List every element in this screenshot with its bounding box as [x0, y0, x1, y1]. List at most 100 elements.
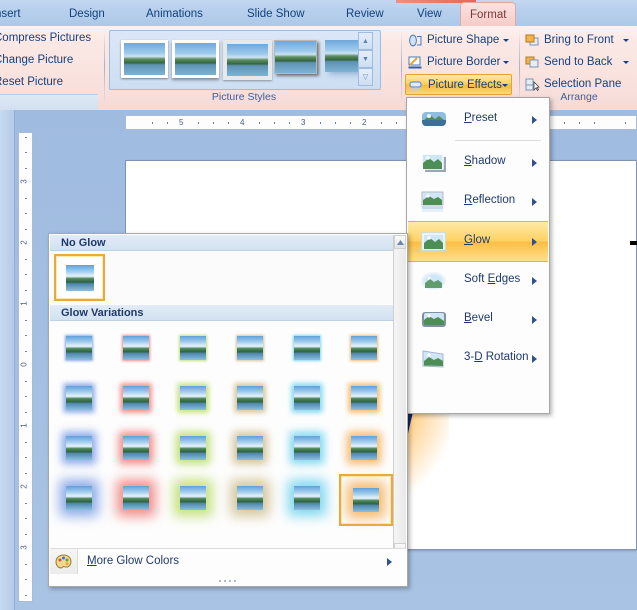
ruler-tick — [274, 121, 275, 124]
picture-style-thumb[interactable] — [223, 40, 272, 80]
glow-variation-tan-3[interactable] — [225, 424, 275, 472]
tab-design[interactable]: Design — [60, 3, 114, 25]
picture-shape-icon — [408, 34, 422, 47]
glow-variation-red-4[interactable] — [111, 474, 161, 522]
bevel-effect-icon — [420, 309, 448, 331]
ruler-tick — [152, 121, 153, 124]
picture-style-thumb[interactable] — [172, 40, 219, 78]
tab-view[interactable]: View — [408, 3, 451, 25]
glow-variation-red-3[interactable] — [111, 424, 161, 472]
ruler-tick — [396, 121, 397, 124]
glow-variation-blue-4[interactable] — [54, 474, 104, 522]
tab-insert[interactable]: nsert — [0, 3, 30, 25]
glow-variation-red-1[interactable] — [111, 324, 161, 372]
glow-variation-olive-green-1[interactable] — [168, 324, 218, 372]
menu-item-reflection-label: Reflection — [464, 194, 516, 206]
glow-variation-olive-green-3[interactable] — [168, 424, 218, 472]
ruler-tick — [228, 121, 230, 124]
glow-variation-tan-4[interactable] — [225, 474, 275, 522]
more-glow-colors-row[interactable]: More Glow Colors — [50, 548, 406, 575]
glow-variation-aqua-4[interactable] — [282, 474, 332, 522]
glow-variation-orange-1[interactable] — [339, 324, 389, 372]
menu-item-reflection[interactable]: Reflection — [408, 182, 548, 221]
ruler-tick — [319, 121, 321, 124]
glow-variation-blue-1[interactable] — [54, 324, 104, 372]
ruler-tick — [594, 121, 596, 124]
thumbnail-image — [294, 386, 320, 410]
menu-item-preset[interactable]: Preset — [408, 100, 548, 139]
thumbnail-image — [123, 486, 149, 510]
glow-variation-blue-2[interactable] — [54, 374, 104, 422]
tab-format[interactable]: Format — [460, 2, 517, 28]
thumbnail-image — [237, 436, 263, 460]
arrange-group: Bring to Front Send to Back Selection Pa… — [523, 29, 637, 105]
glow-effect-icon — [420, 231, 448, 253]
compress-pictures-button[interactable]: Compress Pictures — [0, 29, 98, 48]
menu-item-soft-edges-label: Soft Edges — [464, 273, 521, 285]
ruler-tick-label: 2 — [19, 484, 29, 489]
glow-variation-blue-3[interactable] — [54, 424, 104, 472]
scroll-down-icon[interactable]: ▼ — [358, 50, 373, 68]
glow-variation-orange-4[interactable] — [339, 474, 393, 526]
no-glow-option[interactable] — [54, 254, 105, 301]
menu-item-shadow-label: Shadow — [464, 155, 506, 167]
glow-variation-red-2[interactable] — [111, 374, 161, 422]
gallery-more-icon[interactable]: ▽ — [358, 68, 373, 86]
send-to-back-button[interactable]: Send to Back — [523, 52, 635, 73]
tab-animations[interactable]: Animations — [137, 3, 212, 25]
picture-styles-gallery[interactable]: ▲ ▼ ▽ — [109, 30, 381, 90]
glow-variation-aqua-2[interactable] — [282, 374, 332, 422]
ruler-tick — [197, 121, 199, 124]
menu-item-glow[interactable]: Glow — [408, 221, 548, 262]
picture-shape-button[interactable]: Picture Shape — [405, 30, 512, 51]
ruler-tick — [563, 121, 565, 124]
picture-resize-handle[interactable] — [630, 241, 637, 245]
glow-variation-aqua-1[interactable] — [282, 324, 332, 372]
ruler-tick — [24, 503, 27, 504]
scroll-up-icon[interactable]: ▲ — [358, 32, 373, 50]
glow-variation-olive-green-2[interactable] — [168, 374, 218, 422]
chevron-down-icon — [623, 61, 629, 64]
thumbnail-image — [66, 436, 92, 460]
menu-item-soft-edges[interactable]: Soft Edges — [408, 261, 548, 300]
glow-gallery-scrollbar[interactable] — [393, 235, 406, 557]
bring-to-front-button[interactable]: Bring to Front — [523, 30, 635, 51]
thumbnail-image — [66, 336, 92, 360]
gallery-resize-grip[interactable] — [49, 576, 405, 586]
glow-variation-olive-green-4[interactable] — [168, 474, 218, 522]
tab-slide-show[interactable]: Slide Show — [238, 3, 314, 25]
menu-item-bevel-label: Bevel — [464, 312, 493, 324]
selection-pane-label: Selection Pane — [544, 78, 622, 90]
scroll-up-icon[interactable] — [394, 235, 406, 249]
horizontal-ruler[interactable]: 5432123 — [125, 115, 637, 130]
picture-border-button[interactable]: Picture Border — [405, 52, 512, 73]
ruler-tick — [24, 228, 27, 230]
ruler-tick-label: 4 — [240, 118, 245, 127]
picture-shape-label: Picture Shape — [427, 34, 500, 46]
menu-item-3d-rotation[interactable]: 3-D Rotation — [408, 339, 548, 378]
picture-border-label: Picture Border — [427, 56, 501, 68]
chevron-down-icon — [503, 61, 509, 64]
group-divider — [401, 30, 402, 104]
reset-picture-button[interactable]: Reset Picture — [0, 73, 98, 92]
ruler-tick — [24, 289, 27, 291]
glow-variation-orange-3[interactable] — [339, 424, 389, 472]
glow-variation-tan-2[interactable] — [225, 374, 275, 422]
picture-style-thumb[interactable] — [121, 40, 168, 78]
glow-variation-aqua-3[interactable] — [282, 424, 332, 472]
submenu-arrow-icon — [532, 116, 537, 124]
picture-effects-menu: Preset Shadow Reflection Glow Soft Edges — [406, 97, 550, 414]
thumbnail-image — [123, 436, 149, 460]
tab-review[interactable]: Review — [337, 3, 393, 25]
vertical-ruler[interactable]: 3 2 1 0 1 2 3 — [18, 132, 33, 602]
submenu-arrow-icon — [532, 355, 537, 363]
picture-effects-button[interactable]: Picture Effects — [405, 74, 512, 95]
change-picture-button[interactable]: Change Picture — [0, 51, 98, 70]
picture-style-thumb[interactable] — [274, 40, 317, 74]
glow-variation-tan-1[interactable] — [225, 324, 275, 372]
glow-variation-orange-2[interactable] — [339, 374, 389, 422]
menu-item-shadow[interactable]: Shadow — [408, 143, 548, 182]
ruler-tick — [24, 472, 27, 474]
ruler-tick-label: 2 — [19, 240, 29, 245]
menu-item-bevel[interactable]: Bevel — [408, 300, 548, 339]
